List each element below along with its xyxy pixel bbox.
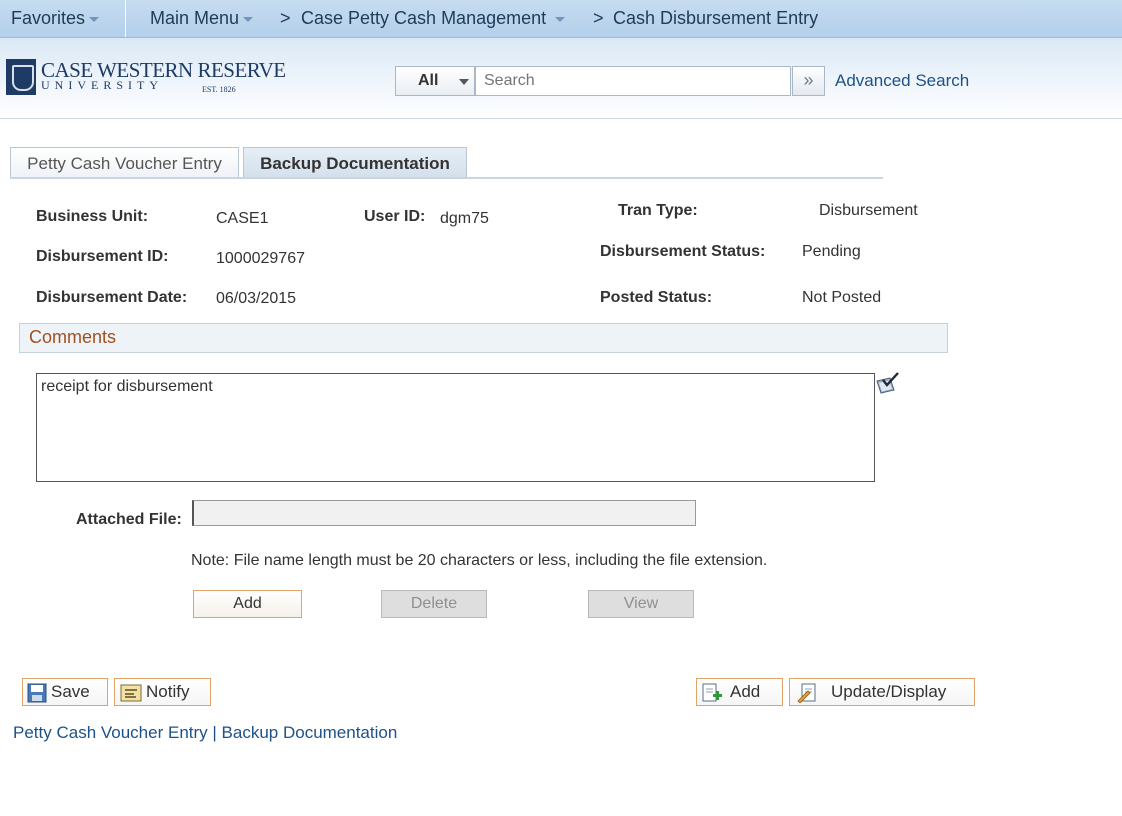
add-button[interactable]: Add: [696, 678, 783, 706]
disbursement-status-label: Disbursement Status:: [600, 243, 766, 260]
breadcrumb-separator: >: [593, 8, 604, 28]
chevron-down-icon: [243, 16, 254, 22]
comments-textarea[interactable]: receipt for disbursement: [36, 373, 875, 482]
user-id-label: User ID:: [364, 208, 426, 225]
dropdown-arrow-icon: [459, 79, 469, 85]
notify-button[interactable]: Notify: [114, 678, 211, 706]
posted-status-value: Not Posted: [802, 289, 882, 306]
disbursement-id-label: Disbursement ID:: [36, 248, 169, 265]
business-unit-label: Business Unit:: [36, 208, 149, 225]
top-nav-bar: Favorites Main Menu > Case Petty Cash Ma…: [0, 0, 1122, 38]
save-label: Save: [51, 682, 90, 701]
search-category-select[interactable]: All: [395, 66, 475, 96]
update-display-icon: [797, 683, 816, 703]
add-label: Add: [730, 682, 761, 701]
business-unit-value: CASE1: [216, 210, 269, 227]
main-menu-label: Main Menu: [150, 8, 240, 28]
footer-link-backup-documentation[interactable]: Backup Documentation: [222, 723, 398, 742]
footer-links: Petty Cash Voucher Entry | Backup Docume…: [13, 723, 397, 743]
logo-est: EST. 1826: [202, 85, 236, 94]
disbursement-id-value: 1000029767: [216, 250, 305, 267]
breadcrumb-label: Case Petty Cash Management: [301, 8, 547, 28]
notify-icon: [120, 684, 142, 702]
breadcrumb-separator: >: [280, 8, 291, 28]
favorites-label: Favorites: [11, 8, 86, 28]
save-button[interactable]: Save: [22, 678, 108, 706]
search-category-value: All: [418, 72, 439, 89]
file-name-note: Note: File name length must be 20 charac…: [191, 552, 768, 569]
disbursement-date-label: Disbursement Date:: [36, 289, 188, 306]
attachment-add-button[interactable]: Add: [193, 590, 302, 618]
nav-divider: [125, 0, 126, 37]
disbursement-date-value: 06/03/2015: [216, 290, 297, 307]
advanced-search-link[interactable]: Advanced Search: [835, 71, 969, 91]
disbursement-status-value: Pending: [802, 243, 861, 260]
footer-link-separator: |: [207, 723, 222, 742]
save-icon: [27, 683, 47, 703]
search-input[interactable]: [475, 66, 791, 96]
tab-petty-cash-voucher-entry[interactable]: Petty Cash Voucher Entry: [10, 147, 239, 178]
footer-link-petty-cash-voucher-entry[interactable]: Petty Cash Voucher Entry: [13, 723, 208, 742]
posted-status-label: Posted Status:: [600, 289, 713, 306]
main-menu[interactable]: Main Menu: [150, 0, 254, 37]
attached-file-field: [192, 500, 696, 526]
breadcrumb-petty-cash[interactable]: Case Petty Cash Management: [301, 0, 566, 37]
update-display-label: Update/Display: [831, 682, 947, 701]
attachment-view-button[interactable]: View: [588, 590, 694, 618]
attached-file-label: Attached File:: [76, 511, 182, 528]
comments-title: Comments: [29, 327, 117, 347]
notify-label: Notify: [146, 682, 190, 701]
spell-check-icon[interactable]: [874, 372, 900, 396]
chevron-down-icon: [89, 16, 100, 22]
comments-section-header: Comments: [19, 323, 948, 353]
university-logo: CASE WESTERN RESERVE UNIVERSITY EST. 182…: [6, 58, 286, 98]
tab-backup-documentation[interactable]: Backup Documentation: [243, 147, 467, 178]
add-document-icon: [702, 683, 722, 702]
tran-type-value: Disbursement: [819, 202, 918, 219]
tab-underline: [10, 177, 883, 179]
tran-type-label: Tran Type:: [618, 202, 698, 219]
chevron-down-icon: [555, 16, 566, 22]
user-id-value: dgm75: [440, 210, 489, 227]
breadcrumb-current: Cash Disbursement Entry: [613, 8, 819, 28]
attachment-delete-button[interactable]: Delete: [381, 590, 487, 618]
seal-icon: [6, 59, 36, 95]
favorites-menu[interactable]: Favorites: [11, 0, 100, 37]
update-display-button[interactable]: Update/Display: [789, 678, 975, 706]
logo-line-2: UNIVERSITY: [41, 78, 163, 92]
double-chevron-right-icon[interactable]: »: [792, 66, 825, 96]
